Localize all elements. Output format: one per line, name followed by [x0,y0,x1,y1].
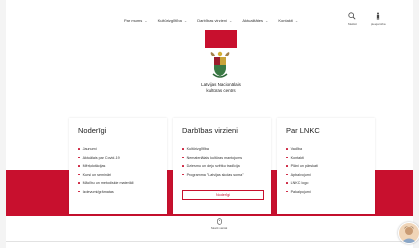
mouse-scroll-icon [216,218,222,225]
bullet-icon [286,156,288,159]
coat-of-arms-logo[interactable] [208,50,232,80]
card-title: Noderīgi [78,126,107,135]
card-link[interactable]: Plāni un pārskati [286,162,318,171]
chevron-down-icon: ⌄ [228,18,233,23]
nav-item-par-mums[interactable]: Par mums ⌄ [124,18,148,23]
card-noderigi: Noderīgi Jaunumi Aktuālais par Covid-19 … [69,118,167,214]
search-icon [348,12,356,20]
nav-item-kulturizglitiba[interactable]: Kultūrizglītība ⌄ [158,18,188,23]
card-link[interactable]: Jaunumi [78,145,133,154]
hero-red-block [205,30,237,48]
scroll-label: Skatīt vairāk [210,226,228,230]
card-link-list: Vadība Kontakti Plāni un pārskati Apbalv… [286,145,318,196]
accessibility-label: pieejamība [370,22,386,26]
card-title: Darbības virzieni [182,126,238,135]
nav-item-aktualitates[interactable]: Aktualitātes ⌄ [242,18,268,23]
nav-item-kontakti[interactable]: Kontakti ⌄ [278,18,298,23]
bullet-icon [182,165,184,167]
card-link-list: Jaunumi Aktuālais par Covid-19 Mērķdotāc… [78,145,133,196]
card-link[interactable]: Mērķdotācijas [78,162,133,171]
chevron-down-icon: ⌄ [144,18,148,23]
main-menu: Par mums ⌄ Kultūrizglītība ⌄ Darbības virz… [124,18,298,23]
chevron-down-icon: ⌄ [183,18,188,23]
bullet-icon [286,182,288,184]
bullet-icon [286,173,288,176]
card-link[interactable]: Programma "Latvijas skolas soma" [182,171,244,180]
bullet-icon [78,148,80,150]
bullet-icon [78,165,80,167]
card-link-list: Kultūrizglītība Nemateriālais kultūras m… [182,145,244,179]
page: Par mums ⌄ Kultūrizglītība ⌄ Darbības virz… [6,0,413,248]
card-link[interactable]: Apbalvojumi [286,171,318,180]
bullet-icon [286,190,288,193]
card-link[interactable]: Kultūrizglītība [182,145,244,154]
card-link[interactable]: Dziesmu un deju svētku tradīcija [182,162,244,171]
chevron-down-icon: ⌄ [294,18,299,23]
card-link[interactable]: Kursi un semināri [78,171,133,180]
card-link[interactable]: Izdevumi/grāmatas [78,188,133,197]
bullet-icon [182,148,184,150]
card-link[interactable]: Kontakti [286,154,318,163]
card-link[interactable]: Pakalpojumi [286,188,318,197]
organization-name: Latvijas Nacionālais kultūras centrs [186,82,256,93]
chevron-down-icon: ⌄ [265,18,269,23]
nav-item-darbibas-virzieni[interactable]: Darbības virzieni ⌄ [197,18,232,23]
scroll-down-button[interactable]: Skatīt vairāk [204,218,234,230]
chat-assistant-avatar[interactable] [398,222,419,244]
bullet-icon [286,148,288,150]
card-darbibas-virzieni: Darbības virzieni Kultūrizglītība Nemate… [173,118,271,214]
more-button[interactable]: Noderīgi [182,190,264,200]
bullet-icon [182,173,184,176]
bullet-icon [78,190,80,193]
bullet-icon [78,173,80,176]
top-navigation: Par mums ⌄ Kultūrizglītība ⌄ Darbības virz… [6,0,413,30]
card-link[interactable]: Aktuālais par Covid-19 [78,154,133,163]
search-button[interactable]: Meklēt [348,12,357,26]
bullet-icon [78,182,80,184]
accessibility-icon [377,12,380,20]
accessibility-button[interactable]: pieejamība [371,12,386,26]
bullet-icon [286,165,288,167]
card-link[interactable]: Vadība [286,145,318,154]
person-avatar-icon [401,226,417,243]
section-divider [6,241,413,242]
card-link[interactable]: Mācību un metodiskie materiāli [78,179,133,188]
card-par-lnkc: Par LNKC Vadība Kontakti Plāni un pārska… [277,118,375,214]
card-title: Par LNKC [286,126,320,135]
nav-tools: Meklēt pieejamība [348,12,386,26]
bullet-icon [182,156,184,159]
search-label: Meklēt [348,22,357,26]
org-name-line2: kultūras centrs [206,87,236,93]
card-link[interactable]: Nemateriālais kultūras mantojums [182,154,244,163]
bullet-icon [78,156,80,159]
card-link[interactable]: LNKC logo [286,179,318,188]
